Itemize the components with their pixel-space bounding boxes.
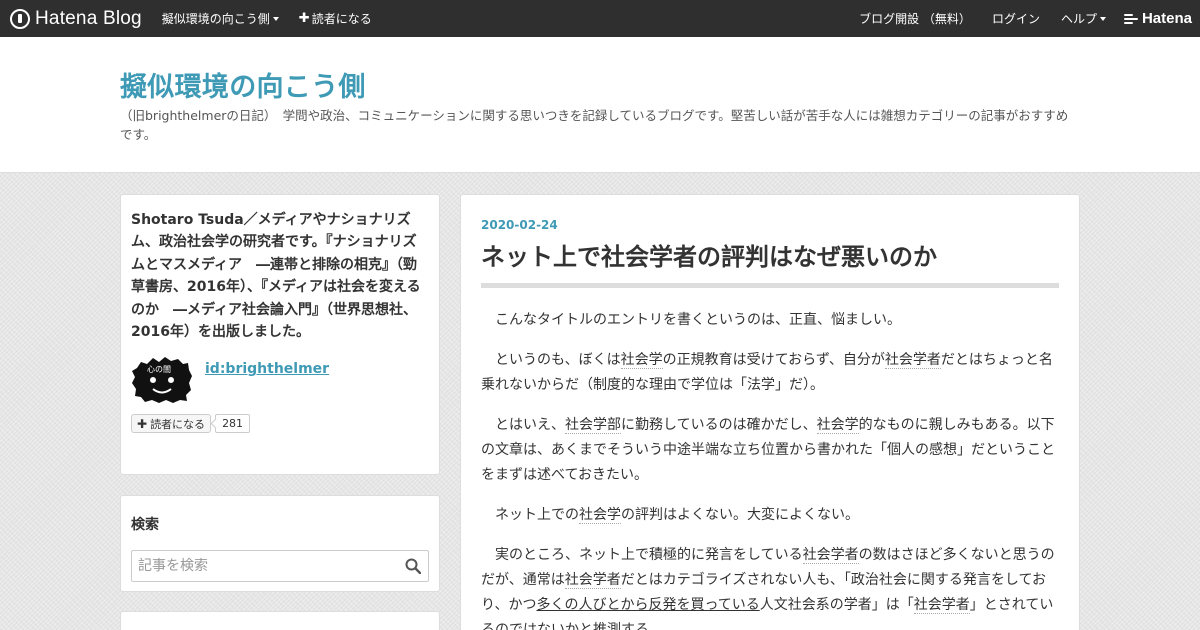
paragraph-text: とはいえ、 [495, 417, 565, 433]
blog-menu-label: 擬似環境の向こう側 [161, 12, 270, 26]
article-paragraph: というのも、ぼくは社会学の正規教育は受けておらず、自分が社会学者だとはちょっと名… [481, 348, 1059, 398]
keyword-link[interactable]: 社会学 [620, 352, 663, 369]
paragraph-text: の評判はよくない。大変によくない。 [621, 507, 859, 523]
hatena-blog-logo[interactable]: Hatena Blog [10, 0, 142, 37]
keyword-link[interactable]: 社会学 [816, 417, 859, 434]
search-field [131, 550, 429, 582]
plus-icon: ✚ [137, 416, 148, 431]
search-input[interactable] [131, 550, 429, 582]
article-paragraph: 実のところ、ネット上で積極的に発言をしている社会学者の数はさほど多くないと思うの… [481, 543, 1059, 630]
blog-description: （旧brighthelmerの日記） 学問や政治、コミュニケーションに関する思い… [120, 108, 1069, 142]
profile-module: Shotaro Tsuda／メディアやナショナリズム、政治社会学の研究者です。『… [120, 194, 440, 475]
article-date[interactable]: 2020-02-24 [481, 218, 1059, 232]
header-right-menu: ブログ開設 （無料） ログイン ヘルプ Hatena [859, 0, 1192, 37]
blog-title[interactable]: 擬似環境の向こう側 [120, 65, 366, 104]
profile-description: Shotaro Tsuda／メディアやナショナリズム、政治社会学の研究者です。『… [131, 212, 421, 341]
keyword-link[interactable]: 社会学 [579, 507, 621, 524]
paragraph-text: 実のところ、ネット上で積極的に発言をしている [495, 547, 803, 563]
subscribe-row: ✚ 読者になる 281 [131, 414, 429, 434]
keyword-link[interactable]: 社会学者 [913, 597, 970, 614]
search-icon[interactable] [405, 558, 421, 574]
sidebar-module [120, 611, 440, 630]
underlined-text: 多くの人びとから反発を買っている [536, 597, 760, 613]
article-paragraph: とはいえ、社会学部に勤務しているのは確かだし、社会学的なものに親しみもある。以下… [481, 413, 1059, 488]
article: 2020-02-24 ネット上で社会学者の評判はなぜ悪いのか こんなタイトルのエ… [460, 194, 1080, 630]
subscribe-button[interactable]: ✚ 読者になる [131, 414, 212, 434]
subscribe-link[interactable]: ✚ 読者になる [299, 10, 372, 27]
avatar[interactable]: 心の闇 [131, 356, 193, 404]
subscribe-button-label: 読者になる [150, 417, 206, 431]
paragraph-text: こんなタイトルのエントリを書くというのは、正直、悩ましい。 [495, 312, 901, 328]
subscriber-count: 281 [215, 414, 251, 434]
caret-down-icon [1099, 16, 1106, 21]
paragraph-text: 人文社会系の学者」は「 [759, 597, 914, 613]
hatena-logo[interactable]: Hatena [1123, 10, 1192, 27]
svg-text:心の闇: 心の闇 [147, 365, 171, 374]
logo-text: Hatena Blog [35, 7, 142, 29]
hatena-logo-text: Hatena [1141, 10, 1192, 27]
search-module: 検索 [120, 495, 440, 592]
blog-header: 擬似環境の向こう側 （旧brighthelmerの日記） 学問や政治、コミュニケ… [0, 37, 1200, 173]
hatena-mark-icon [1123, 13, 1138, 24]
avatar-image: 心の闇 [132, 357, 192, 404]
keyword-link[interactable]: 社会学者 [564, 572, 621, 589]
subscribe-link-label: 読者になる [311, 12, 372, 26]
keyword-link[interactable]: 社会学部 [565, 417, 621, 434]
article-body: こんなタイトルのエントリを書くというのは、正直、悩ましい。 というのも、ぼくは社… [481, 308, 1059, 630]
profile-id-link[interactable]: id:brighthelmer [205, 361, 329, 377]
search-module-title: 検索 [131, 517, 159, 533]
help-label: ヘルプ [1060, 12, 1097, 26]
article-title[interactable]: ネット上で社会学者の評判はなぜ悪いのか [481, 241, 1059, 288]
login-link[interactable]: ログイン [992, 10, 1040, 27]
global-header: Hatena Blog 擬似環境の向こう側 ✚ 読者になる ブログ開設 （無料）… [0, 0, 1200, 37]
paragraph-text: に勤務しているのは確かだし、 [621, 417, 817, 433]
keyword-link[interactable]: 社会学者 [884, 352, 941, 369]
profile-row: 心の闇 id:brighthelmer [131, 356, 429, 404]
paragraph-text: というのも、ぼくは [495, 352, 621, 368]
caret-down-icon [272, 16, 279, 21]
article-paragraph: こんなタイトルのエントリを書くというのは、正直、悩ましい。 [481, 308, 1059, 333]
article-paragraph: ネット上での社会学の評判はよくない。大変によくない。 [481, 503, 1059, 528]
paragraph-text: ネット上での [495, 507, 579, 523]
create-blog-link[interactable]: ブログ開設 （無料） [859, 10, 971, 27]
plus-icon: ✚ [298, 11, 310, 26]
keyword-link[interactable]: 社会学者 [802, 547, 859, 564]
hatena-blog-logo-icon [10, 8, 30, 29]
paragraph-text: の正規教育は受けておらず、自分が [662, 352, 885, 368]
help-dropdown[interactable]: ヘルプ [1061, 10, 1106, 27]
blog-menu-dropdown[interactable]: 擬似環境の向こう側 [162, 10, 279, 27]
